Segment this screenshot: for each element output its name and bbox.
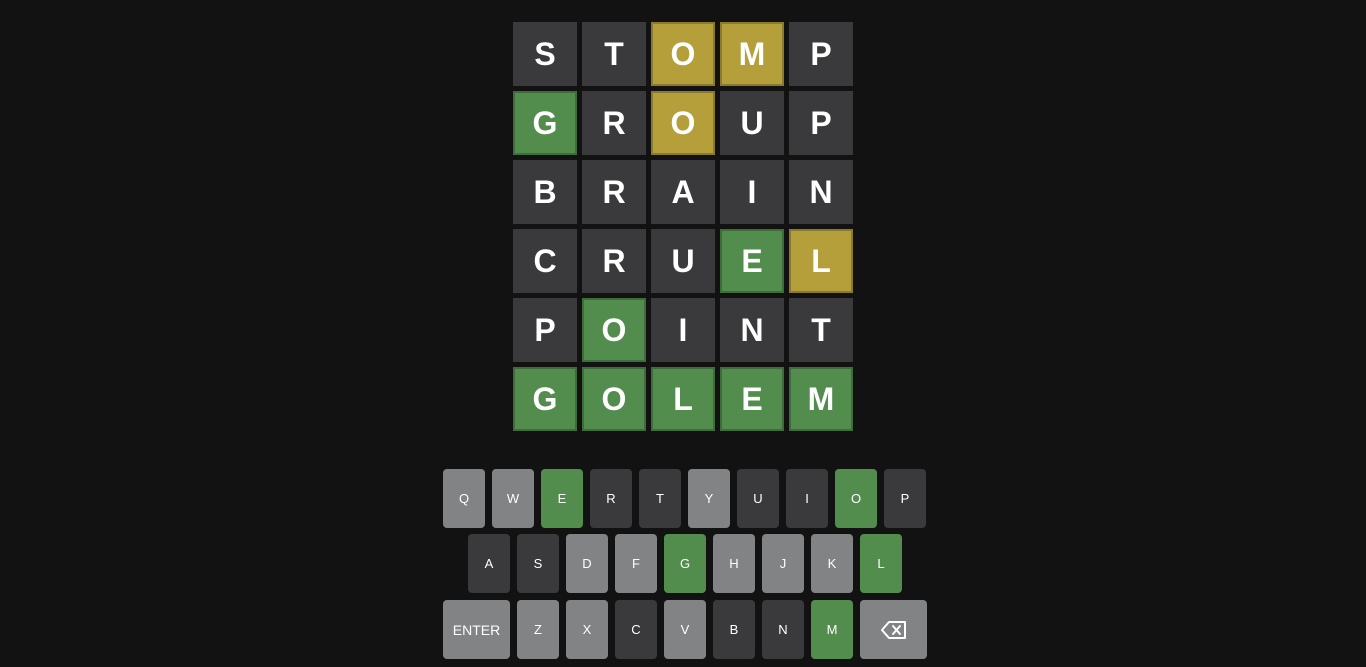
tile-r4-c3: U <box>651 229 715 293</box>
key-v[interactable]: V <box>664 600 706 659</box>
key-m[interactable]: M <box>811 600 853 659</box>
key-l[interactable]: L <box>860 534 902 593</box>
tile-r1-c4: M <box>720 22 784 86</box>
key-p[interactable]: P <box>884 469 926 528</box>
tile-r5-c1: P <box>513 298 577 362</box>
key-g[interactable]: G <box>664 534 706 593</box>
tile-r6-c3: L <box>651 367 715 431</box>
tile-r3-c4: I <box>720 160 784 224</box>
key-t[interactable]: T <box>639 469 681 528</box>
enter-key[interactable]: ENTER <box>443 600 510 659</box>
tile-r1-c3: O <box>651 22 715 86</box>
tile-r3-c1: B <box>513 160 577 224</box>
keyboard-row-2: ASDFGHJKL <box>468 534 902 593</box>
tile-r5-c2: O <box>582 298 646 362</box>
key-w[interactable]: W <box>492 469 534 528</box>
key-c[interactable]: C <box>615 600 657 659</box>
key-s[interactable]: S <box>517 534 559 593</box>
tile-r1-c1: S <box>513 22 577 86</box>
key-j[interactable]: J <box>762 534 804 593</box>
keyboard-row-1: QWERTYUIOP <box>443 469 926 528</box>
key-o[interactable]: O <box>835 469 877 528</box>
tile-r4-c4: E <box>720 229 784 293</box>
tile-r4-c1: C <box>513 229 577 293</box>
tile-r4-c5: L <box>789 229 853 293</box>
tile-r3-c3: A <box>651 160 715 224</box>
key-b[interactable]: B <box>713 600 755 659</box>
key-x[interactable]: X <box>566 600 608 659</box>
key-h[interactable]: H <box>713 534 755 593</box>
tile-r5-c3: I <box>651 298 715 362</box>
key-z[interactable]: Z <box>517 600 559 659</box>
key-i[interactable]: I <box>786 469 828 528</box>
tile-r2-c2: R <box>582 91 646 155</box>
backspace-icon <box>880 620 907 640</box>
backspace-key[interactable] <box>860 600 927 659</box>
key-k[interactable]: K <box>811 534 853 593</box>
key-y[interactable]: Y <box>688 469 730 528</box>
key-u[interactable]: U <box>737 469 779 528</box>
keyboard-row-3: ENTER Z X C V B N M <box>443 600 927 659</box>
key-n[interactable]: N <box>762 600 804 659</box>
tile-r2-c1: G <box>513 91 577 155</box>
tile-r3-c2: R <box>582 160 646 224</box>
tile-r2-c3: O <box>651 91 715 155</box>
tile-r5-c5: T <box>789 298 853 362</box>
key-e[interactable]: E <box>541 469 583 528</box>
key-f[interactable]: F <box>615 534 657 593</box>
tile-r6-c5: M <box>789 367 853 431</box>
tile-r2-c4: U <box>720 91 784 155</box>
game-board: STOMPGROUPBRAINCRUELPOINTGOLEM <box>513 22 853 431</box>
tile-r6-c1: G <box>513 367 577 431</box>
tile-r1-c5: P <box>789 22 853 86</box>
tile-r6-c4: E <box>720 367 784 431</box>
tile-r4-c2: R <box>582 229 646 293</box>
tile-r2-c5: P <box>789 91 853 155</box>
wordle-game: STOMPGROUPBRAINCRUELPOINTGOLEM QWERTYUIO… <box>0 0 1366 667</box>
tile-r1-c2: T <box>582 22 646 86</box>
key-r[interactable]: R <box>590 469 632 528</box>
key-d[interactable]: D <box>566 534 608 593</box>
tile-r3-c5: N <box>789 160 853 224</box>
tile-r6-c2: O <box>582 367 646 431</box>
tile-r5-c4: N <box>720 298 784 362</box>
key-a[interactable]: A <box>468 534 510 593</box>
key-q[interactable]: Q <box>443 469 485 528</box>
